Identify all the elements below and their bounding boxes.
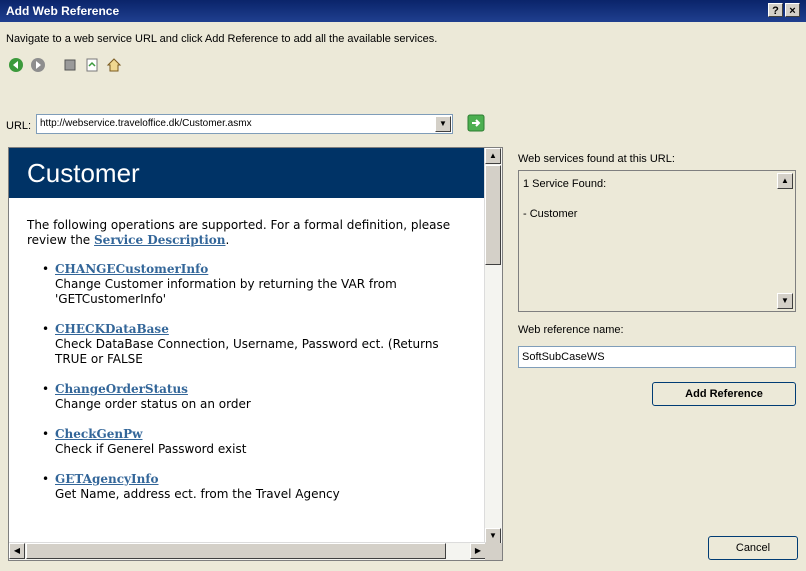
add-reference-button[interactable]: Add Reference [652, 382, 796, 406]
intro-prefix: The following operations are supported. … [27, 218, 451, 247]
vertical-scrollbar[interactable]: ▲ ▼ [484, 148, 502, 544]
refresh-icon[interactable] [82, 55, 102, 75]
bullet: • [42, 427, 50, 441]
service-browser-pane: Customer The following operations are su… [8, 147, 503, 561]
home-icon[interactable] [104, 55, 124, 75]
scroll-down-icon[interactable]: ▼ [485, 528, 501, 544]
scroll-up-icon[interactable]: ▲ [485, 148, 501, 164]
stop-icon[interactable] [60, 55, 80, 75]
operation-link[interactable]: CheckGenPw [55, 427, 474, 442]
operation-link[interactable]: CHECKDataBase [55, 322, 474, 337]
window-title: Add Web Reference [6, 4, 120, 18]
service-count: 1 Service Found: [523, 178, 607, 190]
bullet: • [42, 262, 50, 276]
service-item: - Customer [523, 208, 578, 220]
help-button[interactable]: ? [768, 3, 783, 17]
bullet: • [42, 322, 50, 336]
list-item: • CHECKDataBase Check DataBase Connection,… [42, 322, 474, 367]
horizontal-scrollbar[interactable]: ◀ ▶ [9, 542, 486, 560]
cancel-button[interactable]: Cancel [708, 536, 798, 560]
go-arrow-icon[interactable] [466, 113, 486, 133]
scroll-up-icon[interactable]: ▲ [777, 173, 793, 189]
list-item: • GETAgencyInfo Get Name, address ect. fro… [42, 472, 474, 502]
list-item: • CheckGenPw Check if Generel Password exi… [42, 427, 474, 457]
url-value: http://webservice.traveloffice.dk/Custom… [40, 118, 252, 129]
operation-link[interactable]: GETAgencyInfo [55, 472, 474, 487]
operation-description: Check DataBase Connection, Username, Pas… [55, 337, 439, 366]
title-bar: Add Web Reference ? × [0, 0, 806, 22]
operation-description: Change order status on an order [55, 397, 251, 411]
url-label: URL: [6, 120, 32, 132]
url-input[interactable]: http://webservice.traveloffice.dk/Custom… [36, 114, 453, 134]
close-button[interactable]: × [785, 3, 800, 17]
intro-text: The following operations are supported. … [27, 218, 474, 248]
operation-link[interactable]: ChangeOrderStatus [55, 382, 474, 397]
page-title: Customer [9, 148, 486, 198]
scroll-thumb[interactable] [26, 543, 446, 559]
bullet: • [42, 472, 50, 486]
scroll-thumb[interactable] [485, 165, 501, 265]
chevron-down-icon[interactable]: ▼ [435, 116, 451, 132]
found-label: Web services found at this URL: [518, 153, 675, 165]
operation-link[interactable]: CHANGECustomerInfo [55, 262, 474, 277]
services-found-box[interactable]: 1 Service Found: - Customer ▲ ▼ [518, 170, 796, 312]
instruction-text: Navigate to a web service URL and click … [6, 33, 438, 45]
scroll-right-icon[interactable]: ▶ [470, 543, 486, 559]
operation-description: Check if Generel Password exist [55, 442, 247, 456]
reference-name-input[interactable]: SoftSubCaseWS [518, 346, 796, 368]
scroll-left-icon[interactable]: ◀ [9, 543, 25, 559]
operations-list: • CHANGECustomerInfo Change Customer infor… [9, 262, 486, 502]
forward-icon[interactable] [28, 55, 48, 75]
bullet: • [42, 382, 50, 396]
reference-name-label: Web reference name: [518, 324, 624, 336]
operation-description: Get Name, address ect. from the Travel A… [55, 487, 340, 501]
list-item: • CHANGECustomerInfo Change Customer infor… [42, 262, 474, 307]
intro-suffix: . [225, 233, 230, 247]
list-item: • ChangeOrderStatus Change order status on… [42, 382, 474, 412]
scroll-corner [485, 543, 502, 560]
operation-description: Change Customer information by returning… [55, 277, 397, 306]
service-description-link[interactable]: Service Description [94, 233, 225, 247]
scroll-down-icon[interactable]: ▼ [777, 293, 793, 309]
back-icon[interactable] [6, 55, 26, 75]
service-page: Customer The following operations are su… [9, 148, 486, 544]
